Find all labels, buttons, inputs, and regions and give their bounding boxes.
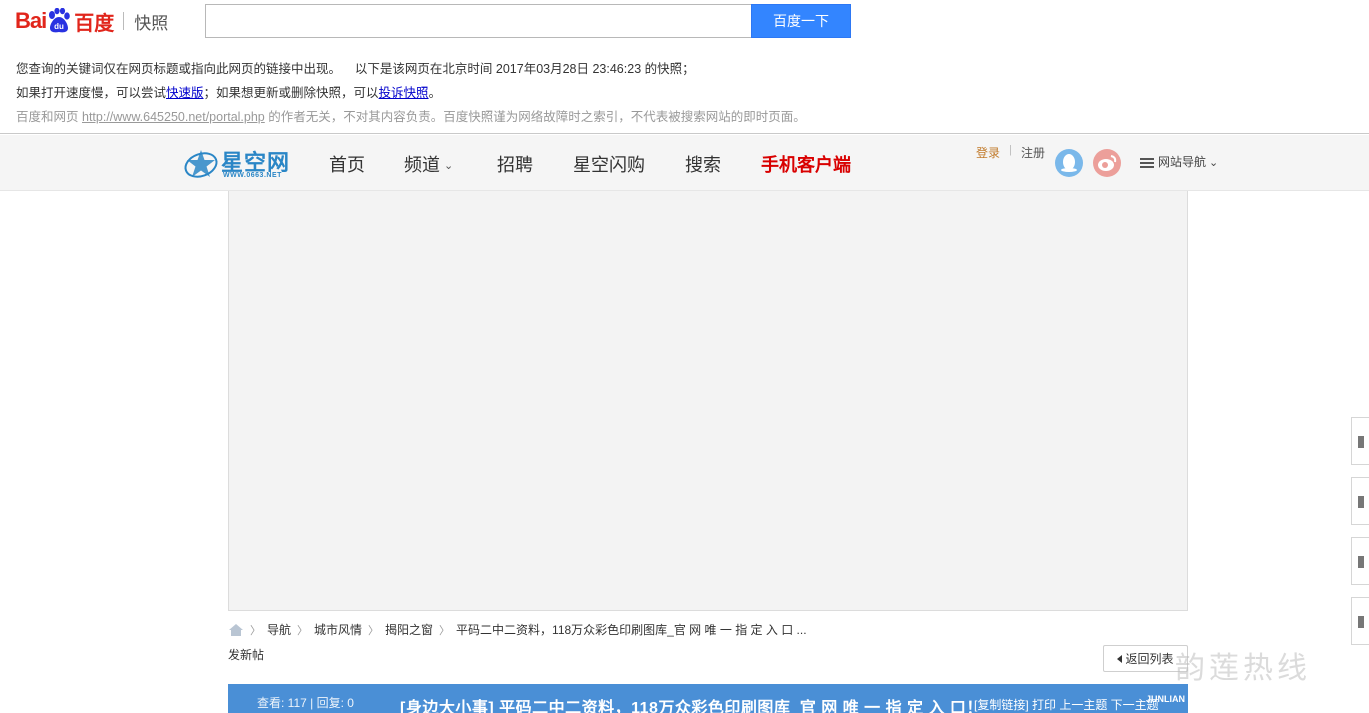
baidu-logo-bai: Bai	[15, 8, 47, 33]
back-button-label: 返回列表	[1125, 652, 1174, 666]
thread-title: [身边大小事] 平码二中二资料，118万众彩色印刷图库_官 网 唯 一 指 定 …	[400, 700, 983, 713]
breadcrumb-separator: 〉	[250, 624, 261, 637]
side-tool-icon	[1358, 556, 1364, 568]
nav-channel-label: 频道	[404, 155, 440, 175]
baidu-logo-cn: 百度	[74, 12, 115, 35]
list-menu-icon	[1140, 156, 1154, 170]
thread-tools[interactable]: [复制链接] 打印 上一主题 下一主题	[974, 696, 1159, 713]
side-tool-icon	[1358, 496, 1364, 508]
nav-mobile-client[interactable]: 手机客户端	[761, 151, 851, 177]
site-guide-menu[interactable]: 网站导航 ⌄	[1140, 153, 1218, 170]
back-arrow-icon	[1117, 654, 1123, 663]
notice-keyword-text: 您查询的关键词仅在网页标题或指向此网页的链接中出现。	[16, 62, 342, 76]
complain-snapshot-link[interactable]: 投诉快照	[379, 86, 429, 100]
baidu-logo[interactable]: Bai du 百度 快照	[15, 4, 168, 38]
side-tool-tab[interactable]	[1351, 417, 1369, 465]
new-post-button[interactable]: 发新帖	[228, 646, 264, 663]
notice-update-text: ；如果想更新或删除快照，可以	[203, 86, 379, 100]
notice-speed-text: 如果打开速度慢，可以尝试	[16, 86, 167, 100]
nav-home[interactable]: 首页	[329, 151, 365, 177]
junlian-brand: JUNLIAN	[1146, 694, 1186, 704]
side-tool-tab[interactable]	[1351, 537, 1369, 585]
svg-text:du: du	[54, 22, 64, 31]
disclaimer-text: 的作者无关，不对其内容负责。百度快照谨为网络故障时之索引，不代表被搜索网站的即时…	[268, 110, 806, 124]
qq-login-icon[interactable]	[1055, 149, 1083, 177]
search-button[interactable]: 百度一下	[751, 4, 851, 38]
chevron-down-icon: ⌄	[444, 160, 454, 172]
site-nav-bar: 星空网 WWW.0663.NET 首页 频道 ⌄ 招聘 星空闪购 搜索 手机客户端…	[0, 135, 1369, 191]
site-logo-url: WWW.0663.NET	[223, 172, 282, 179]
ad-placeholder	[228, 191, 1188, 611]
side-tool-tab[interactable]	[1351, 597, 1369, 645]
breadcrumb-separator: 〉	[439, 624, 451, 637]
thread-header-bar: 查看: 117 | 回复: 0 [身边大小事] 平码二中二资料，118万众彩色印…	[228, 684, 1188, 713]
nav-channel[interactable]: 频道 ⌄	[404, 151, 453, 177]
notice-period: 。	[428, 86, 442, 100]
breadcrumb: 〉 导航 〉 城市风情 〉 揭阳之窗 〉 平码二中二资料，118万众彩色印刷图库…	[228, 621, 807, 638]
nav-flash-buy[interactable]: 星空闪购	[573, 151, 645, 177]
chevron-down-icon: ⌄	[1209, 157, 1219, 169]
home-icon[interactable]	[228, 623, 244, 637]
watermark: 韵莲热线	[1175, 651, 1311, 686]
side-tool-tab[interactable]	[1351, 477, 1369, 525]
baidu-paw-icon: du	[47, 8, 71, 34]
breadcrumb-separator: 〉	[368, 624, 380, 637]
star-logo-icon	[184, 150, 218, 178]
breadcrumb-current[interactable]: 平码二中二资料，118万众彩色印刷图库_官 网 唯 一 指 定 入 口 ...	[456, 621, 806, 638]
notice-time-text: 以下是该网页在北京时间 2017年03月28日 23:46:23 的快照；	[354, 62, 695, 76]
snapshot-notice-line-1: 您查询的关键词仅在网页标题或指向此网页的链接中出现。 以下是该网页在北京时间 2…	[16, 58, 695, 77]
site-logo[interactable]: 星空网 WWW.0663.NET	[183, 145, 308, 185]
logo-divider	[123, 12, 125, 30]
nav-search[interactable]: 搜索	[685, 151, 721, 177]
snapshot-label: 快照	[134, 13, 169, 33]
weibo-login-icon[interactable]	[1093, 149, 1121, 177]
side-tool-icon	[1358, 616, 1364, 628]
login-divider: |	[1009, 144, 1012, 156]
disclaimer-prefix: 百度和网页	[16, 110, 79, 124]
site-guide-label: 网站导航	[1158, 155, 1207, 169]
side-tool-icon	[1358, 436, 1364, 448]
nav-jobs[interactable]: 招聘	[497, 151, 533, 177]
search-input[interactable]	[205, 4, 752, 38]
snapshot-notice-line-3: 百度和网页 http://www.645250.net/portal.php 的…	[16, 106, 806, 125]
register-link[interactable]: 注册	[1021, 144, 1045, 161]
thread-stats: 查看: 117 | 回复: 0	[257, 696, 354, 710]
source-url-link[interactable]: http://www.645250.net/portal.php	[82, 110, 265, 124]
breadcrumb-separator: 〉	[297, 624, 309, 637]
login-link[interactable]: 登录	[976, 144, 1000, 161]
breadcrumb-item[interactable]: 城市风情	[314, 621, 362, 638]
breadcrumb-item[interactable]: 揭阳之窗	[385, 621, 433, 638]
breadcrumb-item[interactable]: 导航	[267, 621, 291, 638]
snapshot-notice-line-2: 如果打开速度慢，可以尝试快速版；如果想更新或删除快照，可以投诉快照。	[16, 82, 441, 101]
fast-version-link[interactable]: 快速版	[166, 86, 204, 100]
snapshot-header: Bai du 百度 快照 百度一下 您查询的关键词仅在网页标题或指向此网页的链接…	[0, 0, 1369, 134]
